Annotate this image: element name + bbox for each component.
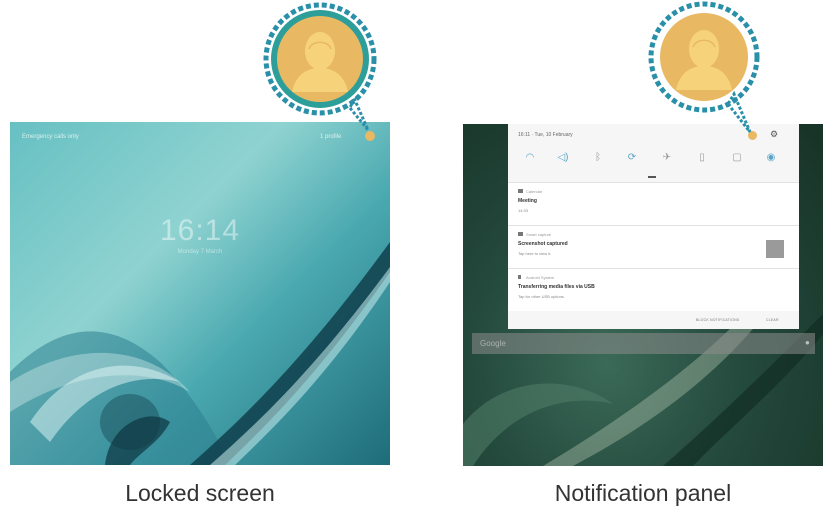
search-placeholder: Google xyxy=(480,339,506,348)
auto-rotate-icon[interactable]: ⟳ xyxy=(625,152,639,163)
notification-panel: 16:11 · Tue, 10 February ⚙ ◠ ◁) ᛒ ⟳ ✈ ▯ … xyxy=(508,124,799,329)
notification-title: Screenshot captured xyxy=(518,241,568,247)
notification-app: Calendar xyxy=(526,189,543,194)
wallpaper-water-splash xyxy=(10,242,390,465)
caption-locked-screen: Locked screen xyxy=(125,480,275,506)
notification-text: Tap here to view it. xyxy=(518,251,552,256)
caption-notification-panel: Notification panel xyxy=(554,480,732,506)
notification-title: Transferring media files via USB xyxy=(518,284,595,290)
notification-title: Meeting xyxy=(518,198,537,204)
location-icon[interactable]: ◉ xyxy=(764,152,778,163)
airplane-mode-icon[interactable]: ✈ xyxy=(660,152,674,163)
screen-mirroring-icon[interactable]: ▢ xyxy=(730,152,744,163)
lock-date: Monday 7 March xyxy=(177,249,223,255)
calendar-icon xyxy=(518,189,523,193)
lock-clock: 16:14 xyxy=(159,214,241,247)
notification-item[interactable]: Calendar Meeting 14:33 xyxy=(508,182,799,225)
notification-text: Tap for other USB options. xyxy=(518,294,565,299)
image-icon xyxy=(518,232,523,236)
drag-handle[interactable] xyxy=(648,176,656,178)
block-notifications-button[interactable]: BLOCK NOTIFICATIONS xyxy=(696,318,739,322)
wifi-icon[interactable]: ◠ xyxy=(523,152,537,163)
usb-icon xyxy=(518,275,521,279)
screenshot-thumbnail xyxy=(766,240,784,258)
notification-item[interactable]: Android System Transferring media files … xyxy=(508,268,799,311)
notification-app: Smart capture xyxy=(526,232,552,237)
profile-callout-right xyxy=(648,1,760,133)
sound-icon[interactable]: ◁) xyxy=(556,152,570,163)
notification-app: Android System xyxy=(526,275,555,280)
bluetooth-icon[interactable]: ᛒ xyxy=(591,152,605,163)
notification-item[interactable]: Smart capture Screenshot captured Tap he… xyxy=(508,225,799,268)
locked-screen: Emergency calls only 1 profile 16:14 Mon… xyxy=(10,122,390,465)
google-search-bar[interactable]: Google ● xyxy=(472,333,815,354)
microphone-icon[interactable]: ● xyxy=(805,338,810,347)
gear-icon[interactable]: ⚙ xyxy=(770,129,778,140)
power-saving-icon[interactable]: ▯ xyxy=(695,152,709,163)
clear-button[interactable]: CLEAR xyxy=(766,318,779,322)
panel-status-time: 16:11 · Tue, 10 February xyxy=(518,132,573,138)
profile-callout-left xyxy=(263,2,377,131)
notification-text: 14:33 xyxy=(518,208,529,213)
emergency-calls-label: Emergency calls only xyxy=(22,134,79,140)
notification-panel-screen: 16:11 · Tue, 10 February ⚙ ◠ ◁) ᛒ ⟳ ✈ ▯ … xyxy=(463,124,823,466)
